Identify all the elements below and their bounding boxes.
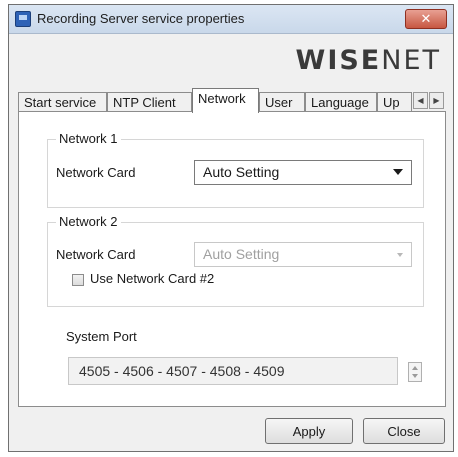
apply-button[interactable]: Apply <box>265 418 353 444</box>
tab-ntp-client[interactable]: NTP Client <box>107 92 192 112</box>
tab-start-service[interactable]: Start service <box>18 92 107 112</box>
system-port-field[interactable]: 4505 - 4506 - 4507 - 4508 - 4509 <box>68 357 398 385</box>
close-button[interactable]: Close <box>363 418 445 444</box>
network1-group-label: Network 1 <box>56 131 121 146</box>
logo-text-light: NET <box>381 45 441 76</box>
chevron-down-icon <box>397 253 403 257</box>
network2-group-label: Network 2 <box>56 214 121 229</box>
network2-group: Network 2 Network Card Auto Setting Use … <box>47 214 424 307</box>
system-port-spinner[interactable] <box>408 362 422 382</box>
logo-text-bold: WISE <box>295 45 382 76</box>
network1-card-select[interactable]: Auto Setting <box>194 160 412 185</box>
network1-card-value: Auto Setting <box>203 164 280 180</box>
tab-scroll-left-icon[interactable]: ◀ <box>413 92 428 109</box>
tab-language[interactable]: Language <box>305 92 377 112</box>
title-bar[interactable]: Recording Server service properties ✕ <box>9 5 453 34</box>
tab-upgrade[interactable]: Up <box>377 92 412 112</box>
network1-group: Network 1 Network Card Auto Setting <box>47 131 424 208</box>
tab-user[interactable]: User <box>259 92 305 112</box>
window-title: Recording Server service properties <box>37 11 245 26</box>
window-close-button[interactable]: ✕ <box>405 9 447 29</box>
network2-card-label: Network Card <box>56 247 136 262</box>
network1-card-label: Network Card <box>56 165 136 180</box>
app-window-icon <box>15 11 31 27</box>
use-network-card-2-checkbox[interactable] <box>72 274 84 286</box>
tab-scroll-right-icon[interactable]: ▶ <box>429 92 444 109</box>
use-network-card-2-label: Use Network Card #2 <box>90 271 215 286</box>
system-port-label: System Port <box>66 329 137 344</box>
chevron-down-icon <box>393 169 403 175</box>
tab-strip: Start service NTP Client Network User La… <box>18 88 446 113</box>
network2-card-value: Auto Setting <box>203 246 280 262</box>
tab-network[interactable]: Network <box>192 88 259 113</box>
wisenet-logo: WISENET <box>296 45 441 76</box>
network2-card-select[interactable]: Auto Setting <box>194 242 412 267</box>
network-tab-panel: Network 1 Network Card Auto Setting Netw… <box>18 111 446 407</box>
